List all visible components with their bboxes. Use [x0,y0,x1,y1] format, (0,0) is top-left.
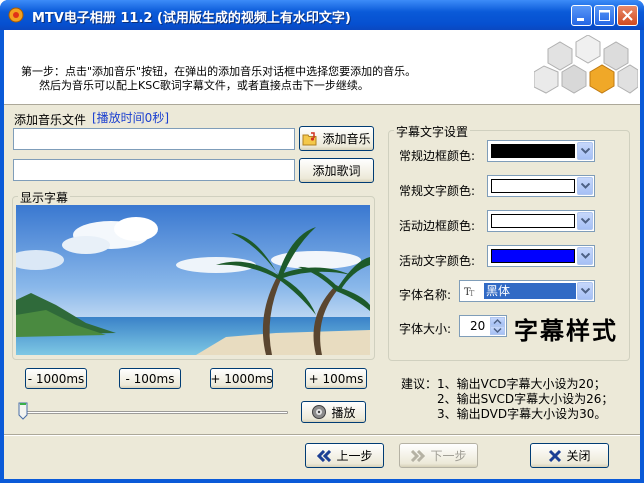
playback-slider-track[interactable] [26,411,288,414]
add-lyrics-label: 添加歌词 [312,164,361,178]
speaker-play-icon [312,405,327,419]
normal-text-color-swatch [491,179,575,193]
plus-100ms-button[interactable]: + 100ms [305,368,367,389]
minus-1000ms-button[interactable]: - 1000ms [25,368,87,389]
subtitle-settings-title: 字幕文字设置 [394,123,471,140]
music-file-input[interactable] [13,128,295,150]
active-text-color-label: 活动文字颜色: [399,254,476,268]
add-music-file-label: 添加音乐文件 [14,113,87,127]
double-right-arrow-icon [411,449,426,462]
play-label: 播放 [331,405,356,420]
app-window: MTV电子相册 11.2 (试用版生成的视频上有水印文字) 第一步：点击"添加音… [0,0,644,483]
title-bar[interactable]: MTV电子相册 11.2 (试用版生成的视频上有水印文字) [0,0,644,30]
instruction-line-2: 然后为音乐可以配上KSC歌词字幕文件，或者直接点击下一步继续。 [39,79,369,92]
previous-step-button[interactable]: 上一步 [305,443,384,468]
minus-100ms-label: - 100ms [125,371,175,386]
close-window-button[interactable] [617,5,638,26]
font-name-label: 字体名称: [399,288,452,302]
active-text-color-select[interactable] [487,245,595,267]
normal-border-color-select[interactable] [487,140,595,162]
add-music-label: 添加音乐 [322,132,371,146]
font-name-value: 黑体 [484,283,576,299]
spin-down-icon[interactable] [490,326,505,335]
chevron-down-icon[interactable] [577,177,593,195]
minus-1000ms-label: - 1000ms [27,371,85,386]
close-x-icon [549,449,562,462]
chevron-down-icon[interactable] [577,247,593,265]
chevron-down-icon[interactable] [577,282,593,300]
font-size-spinner[interactable]: 20 [459,315,507,337]
hexagon-logo-icon [534,35,638,94]
spin-up-icon[interactable] [490,317,505,326]
close-icon [622,10,633,21]
svg-text:T: T [469,289,475,297]
playback-slider-thumb[interactable] [18,402,28,420]
truetype-font-icon: T T [464,287,475,297]
font-size-label: 字体大小: [399,322,452,336]
app-icon [8,7,24,23]
window-title: MTV电子相册 11.2 (试用版生成的视频上有水印文字) [32,11,351,26]
minimize-icon [577,18,584,21]
play-duration-label: [播放时间0秒] [92,111,169,125]
client-area: 第一步：点击"添加音乐"按钮，在弹出的添加音乐对话框中选择您要添加的音乐。 然后… [4,30,640,479]
next-step-button[interactable]: 下一步 [399,443,478,468]
active-border-color-label: 活动边框颜色: [399,219,476,233]
active-border-color-select[interactable] [487,210,595,232]
minus-100ms-button[interactable]: - 100ms [119,368,181,389]
close-button[interactable]: 关闭 [530,443,609,468]
add-lyrics-button[interactable]: 添加歌词 [299,158,374,183]
chevron-down-icon[interactable] [577,142,593,160]
close-label: 关闭 [566,449,591,463]
font-name-select[interactable]: T T 黑体 [459,280,595,302]
plus-100ms-label: + 100ms [308,371,364,386]
double-left-arrow-icon [317,449,332,462]
active-border-color-swatch [491,214,575,228]
next-step-label: 下一步 [430,449,467,463]
font-size-value: 20 [470,319,486,333]
advice-line-3: 3、输出DVD字幕大小设为30。 [437,407,607,421]
active-text-color-swatch [491,249,575,263]
subtitle-style-sample: 字幕样式 [514,317,618,345]
normal-text-color-label: 常规文字颜色: [399,184,476,198]
instruction-header: 第一步：点击"添加音乐"按钮，在弹出的添加音乐对话框中选择您要添加的音乐。 然后… [4,30,640,105]
minimize-button[interactable] [571,5,592,26]
maximize-button[interactable] [594,5,615,26]
previous-step-label: 上一步 [336,449,373,463]
preview-group-title: 显示字幕 [18,189,71,206]
plus-1000ms-label: + 1000ms [210,371,273,386]
maximize-icon [599,10,610,21]
folder-music-icon [302,131,317,145]
plus-1000ms-button[interactable]: + 1000ms [210,368,273,389]
add-music-button[interactable]: 添加音乐 [299,126,374,151]
normal-border-color-swatch [491,144,575,158]
normal-border-color-label: 常规边框颜色: [399,149,476,163]
chevron-down-icon[interactable] [577,212,593,230]
footer-divider-highlight [4,435,640,436]
play-button[interactable]: 播放 [301,401,366,423]
preview-beach-image [16,205,370,355]
normal-text-color-select[interactable] [487,175,595,197]
lyrics-file-input[interactable] [13,159,295,181]
